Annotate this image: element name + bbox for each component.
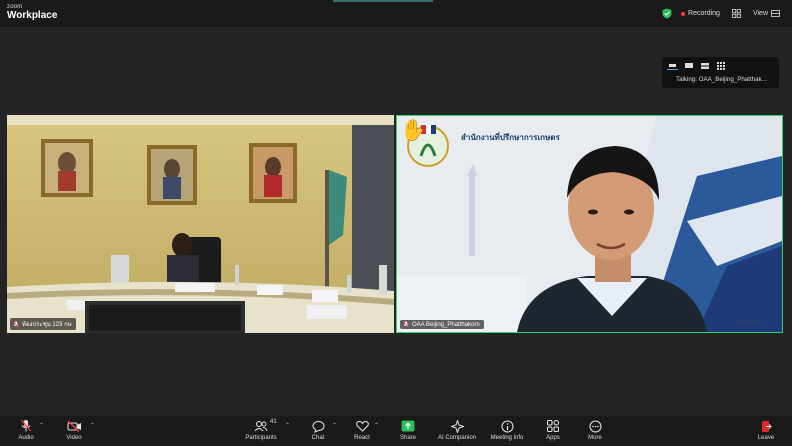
participant-name-tag: ห้องประชุม 123 กษ	[10, 318, 76, 330]
participants-icon	[254, 421, 268, 432]
more-button[interactable]: More	[573, 419, 617, 441]
recording-label[interactable]: Recording	[688, 10, 720, 17]
talking-indicator: Talking: OAA_Beijing_Phatthak...	[676, 76, 767, 83]
view-layout-icon	[771, 10, 780, 17]
chat-options-caret-icon[interactable]: ⌃	[332, 422, 337, 429]
chat-label: Chat	[311, 435, 325, 441]
video-camera-off-icon	[67, 420, 81, 432]
view-label: View	[752, 10, 768, 17]
meeting-info-label: Meeting info	[490, 435, 524, 441]
layout-switcher	[667, 61, 726, 70]
leave-label: Leave	[757, 435, 775, 441]
audio-options-caret-icon[interactable]: ⌃	[39, 422, 44, 429]
share-button[interactable]: Share	[386, 419, 430, 441]
background-banner-text: สำนักงานที่ปรึกษาการเกษตร	[461, 133, 560, 142]
apps-button[interactable]: Apps	[531, 419, 575, 441]
recording-dot-icon	[681, 11, 686, 16]
meeting-toolbar: Audio ⌃ Video ⌃ Participants 41 ⌃ Chat ⌃…	[0, 416, 792, 446]
meeting-info-button[interactable]: Meeting info	[485, 419, 529, 441]
apps-icon	[547, 420, 559, 432]
strip-view-icon[interactable]	[683, 62, 694, 69]
talking-panel: Talking: OAA_Beijing_Phatthak...	[662, 57, 779, 88]
participants-options-caret-icon[interactable]: ⌃	[285, 422, 290, 429]
more-label: More	[588, 435, 602, 441]
shield-check-icon[interactable]	[662, 8, 672, 19]
speaker-view-icon[interactable]	[667, 62, 678, 70]
heart-icon	[355, 420, 369, 432]
ai-sparkle-icon	[450, 419, 464, 433]
video-tile-meeting-room[interactable]: ห้องประชุม 123 กษ	[7, 115, 394, 333]
leave-button[interactable]: Leave	[744, 419, 788, 441]
gallery-grid-icon[interactable]	[732, 9, 741, 18]
participants-label: Participants	[245, 435, 277, 441]
participant-name-tag: OAA Beijing_Phatthakorn	[400, 320, 484, 329]
mic-muted-icon	[403, 321, 409, 328]
ai-companion-label: AI Companion	[437, 435, 477, 441]
zoom-workplace-logo: zoom Workplace	[7, 4, 57, 21]
side-view-icon[interactable]	[699, 62, 710, 69]
meeting-room-video-feed	[7, 115, 394, 333]
ai-companion-button[interactable]: AI Companion	[435, 419, 479, 441]
top-bar: zoom Workplace Recording View	[0, 0, 792, 27]
apps-label: Apps	[546, 435, 560, 441]
speaker-video-feed	[397, 116, 782, 332]
background-watermark: oac.beijing	[737, 319, 761, 325]
participant-name: OAA Beijing_Phatthakorn	[412, 321, 480, 328]
react-label: React	[354, 435, 370, 441]
view-button[interactable]: View	[753, 10, 780, 17]
participants-count: 41	[270, 419, 277, 425]
video-label: Video	[66, 435, 82, 441]
microphone-muted-icon	[20, 419, 32, 432]
chat-bubble-icon	[311, 420, 325, 433]
participant-name: ห้องประชุม 123 กษ	[22, 322, 72, 328]
mic-muted-icon	[13, 320, 19, 328]
brand-line2: Workplace	[7, 10, 58, 21]
info-icon	[501, 420, 513, 432]
video-options-caret-icon[interactable]: ⌃	[90, 422, 95, 429]
drag-handle[interactable]	[333, 0, 433, 2]
more-dots-icon	[589, 420, 601, 432]
share-screen-icon	[401, 420, 415, 432]
audio-label: Audio	[18, 435, 34, 441]
leave-door-icon	[762, 420, 772, 432]
gallery-view-icon[interactable]	[715, 61, 726, 70]
share-label: Share	[399, 435, 416, 441]
top-right-controls: Recording View	[662, 8, 780, 19]
react-options-caret-icon[interactable]: ⌃	[374, 422, 379, 429]
video-tile-active-speaker[interactable]: ✋ สำนักงานที่ปรึกษาการเกษตร oac.beijing …	[396, 115, 783, 333]
raised-hand-icon: ✋	[400, 119, 427, 142]
